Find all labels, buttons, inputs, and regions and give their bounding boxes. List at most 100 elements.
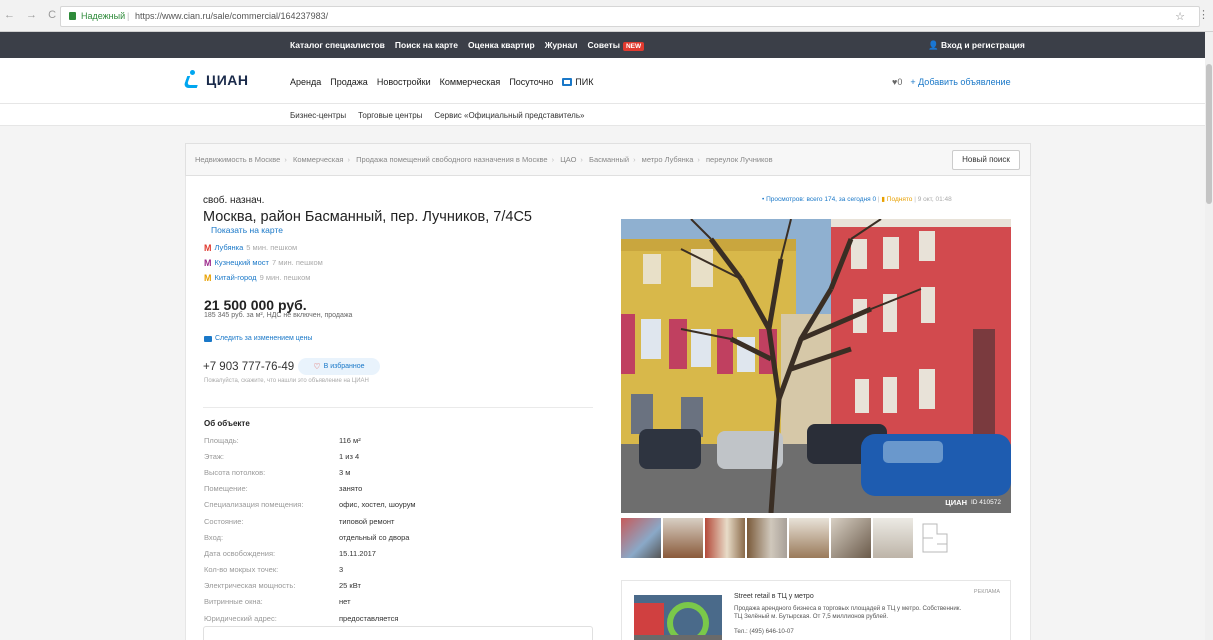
favorites-link[interactable]: ♥0 xyxy=(892,77,902,87)
top-link-map-search[interactable]: Поиск на карте xyxy=(395,40,458,50)
param-label: Специализация помещения: xyxy=(204,500,304,510)
scrollbar-thumb[interactable] xyxy=(1206,64,1212,204)
param-row: Специализация помещения: офис, хостел, шо… xyxy=(204,497,594,513)
param-row: Высота потолков: 3 м xyxy=(204,464,594,480)
omnibox-separator: | xyxy=(127,11,130,21)
logo-mark-icon xyxy=(182,70,202,90)
param-value: типовой ремонт xyxy=(339,516,395,526)
breadcrumb-item[interactable]: Басманный xyxy=(589,155,629,164)
nav-pik[interactable]: ПИК xyxy=(562,77,593,87)
main-photo[interactable]: ЦИАН ID 410572 xyxy=(621,219,1011,513)
subnav-business-centers[interactable]: Бизнес-центры xyxy=(290,111,346,120)
login-link[interactable]: 👤 Вход и регистрация xyxy=(928,40,1025,51)
breadcrumb-item[interactable]: ЦАО xyxy=(560,155,576,164)
logo[interactable]: ЦИАН xyxy=(182,70,249,90)
breadcrumb-item[interactable]: Коммерческая xyxy=(293,155,344,164)
divider xyxy=(203,407,593,408)
nav-daily[interactable]: Посуточно xyxy=(509,77,553,87)
login-label: Вход и регистрация xyxy=(940,40,1025,50)
param-row: Площадь: 116 м² xyxy=(204,432,594,448)
nav-newbuildings[interactable]: Новостройки xyxy=(377,77,431,87)
param-row: Помещение: занято xyxy=(204,481,594,497)
photo-thumbnail[interactable] xyxy=(663,518,703,558)
floor-plan-thumbnail[interactable] xyxy=(915,518,955,558)
metro-name[interactable]: Кузнецкий мост xyxy=(215,258,269,267)
param-row: Состояние: типовой ремонт xyxy=(204,513,594,529)
favorites-count: 0 xyxy=(897,77,903,87)
show-on-map-link[interactable]: Показать на карте xyxy=(211,225,283,235)
bookmark-star-icon[interactable]: ☆ xyxy=(1175,10,1185,23)
ad-image xyxy=(634,595,722,640)
views-count[interactable]: • Просмотров: всего 174, за сегодня 0 xyxy=(762,196,876,203)
address-bar[interactable]: Надежный | https://www.cian.ru/sale/comm… xyxy=(60,6,1200,27)
ad-text: Продажа арендного бизнеса в торговых пло… xyxy=(734,605,962,620)
param-value: 1 из 4 xyxy=(339,451,360,461)
pin-icon: ▮ xyxy=(881,196,885,203)
watch-price-link[interactable]: Следить за изменением цены xyxy=(204,335,312,342)
pik-icon xyxy=(562,78,573,86)
metro-name[interactable]: Китай-город xyxy=(215,273,257,282)
listing-type: своб. назнач. xyxy=(203,195,265,206)
breadcrumb-item[interactable]: Продажа помещений свободного назначения … xyxy=(356,155,548,164)
top-link-journal[interactable]: Журнал xyxy=(545,40,578,50)
breadcrumb-item[interactable]: Недвижимость в Москве xyxy=(195,155,280,164)
browser-nav-buttons[interactable]: ← → C xyxy=(4,9,60,21)
add-ad-link[interactable]: + Добавить объявление xyxy=(910,77,1010,87)
ad-phone: Тел.: (495) 646-10-07 xyxy=(734,628,794,635)
breadcrumb-item[interactable]: метро Лубянка xyxy=(642,155,694,164)
breadcrumb: Недвижимость в Москве › Коммерческая › Про… xyxy=(195,155,773,164)
add-to-favorites-button[interactable]: ♡ В избранное xyxy=(298,358,380,375)
photo-watermark: ЦИАН ID 410572 xyxy=(945,498,1001,507)
param-row: Витринные окна: нет xyxy=(204,594,594,610)
param-label: Вход: xyxy=(204,532,224,542)
param-value: 3 м xyxy=(339,467,351,477)
page-scrollbar[interactable] xyxy=(1205,32,1213,640)
param-value: 3 xyxy=(339,565,344,575)
url-text[interactable]: https://www.cian.ru/sale/commercial/1642… xyxy=(135,11,328,21)
subnav-official-rep[interactable]: Сервис «Официальный представитель» xyxy=(434,111,584,120)
photo-thumbnail[interactable] xyxy=(621,518,661,558)
next-section-box xyxy=(203,626,593,640)
param-row: Электрическая мощность: 25 кВт xyxy=(204,578,594,594)
metro-icon: M xyxy=(204,242,212,253)
metro-item: M Китай-город 9 мин. пешком xyxy=(204,270,323,285)
top-link-specialists[interactable]: Каталог специалистов xyxy=(290,40,385,50)
metro-icon: M xyxy=(204,272,212,283)
raised-label: Поднято xyxy=(886,196,913,203)
top-link-valuation[interactable]: Оценка квартир xyxy=(468,40,535,50)
top-bar: Каталог специалистов Поиск на карте Оцен… xyxy=(0,32,1205,58)
floor-plan-icon xyxy=(922,523,948,553)
param-label: Юридический адрес: xyxy=(204,613,277,623)
photo-thumbnail[interactable] xyxy=(831,518,871,558)
top-link-tips-label: Советы xyxy=(587,40,620,50)
param-row: Дата освобождения: 15.11.2017 xyxy=(204,545,594,561)
param-row: Кол-во мокрых точек: 3 xyxy=(204,562,594,578)
breadcrumb-item[interactable]: переулок Лучников xyxy=(706,155,773,164)
param-label: Состояние: xyxy=(204,516,244,526)
param-value: 25 кВт xyxy=(339,581,361,591)
param-value: отдельный со двора xyxy=(339,532,410,542)
nav-rent[interactable]: Аренда xyxy=(290,77,321,87)
publish-time: 9 окт, 01:48 xyxy=(917,196,952,203)
photo-thumbnail[interactable] xyxy=(705,518,745,558)
nav-sale[interactable]: Продажа xyxy=(330,77,368,87)
param-value: предоставляется xyxy=(339,613,399,623)
price-per-meter: 185 345 руб. за м², НДС не включен, прод… xyxy=(204,312,353,319)
ad-block[interactable]: Street retail в ТЦ у метро РЕКЛАМА Прода… xyxy=(621,580,1011,640)
ad-title[interactable]: Street retail в ТЦ у метро xyxy=(734,593,814,600)
contact-phone[interactable]: +7 903 777-76-49 xyxy=(203,361,294,373)
metro-name[interactable]: Лубянка xyxy=(215,243,244,252)
new-search-button[interactable]: Новый поиск xyxy=(952,150,1020,170)
param-label: Высота потолков: xyxy=(204,467,266,477)
lock-icon xyxy=(69,12,76,20)
cian-mention-note: Пожалуйста, скажите, что нашли это объяв… xyxy=(204,378,369,384)
top-link-tips[interactable]: Советы NEW xyxy=(587,40,645,51)
browser-menu-icon[interactable]: ⋮ xyxy=(1198,8,1209,21)
top-links: Каталог специалистов Поиск на карте Оцен… xyxy=(290,40,645,51)
subnav-malls[interactable]: Торговые центры xyxy=(358,111,422,120)
photo-thumbnail[interactable] xyxy=(789,518,829,558)
photo-thumbnail[interactable] xyxy=(747,518,787,558)
nav-commercial[interactable]: Коммерческая xyxy=(440,77,501,87)
metro-icon: M xyxy=(204,257,212,268)
photo-thumbnail[interactable] xyxy=(873,518,913,558)
